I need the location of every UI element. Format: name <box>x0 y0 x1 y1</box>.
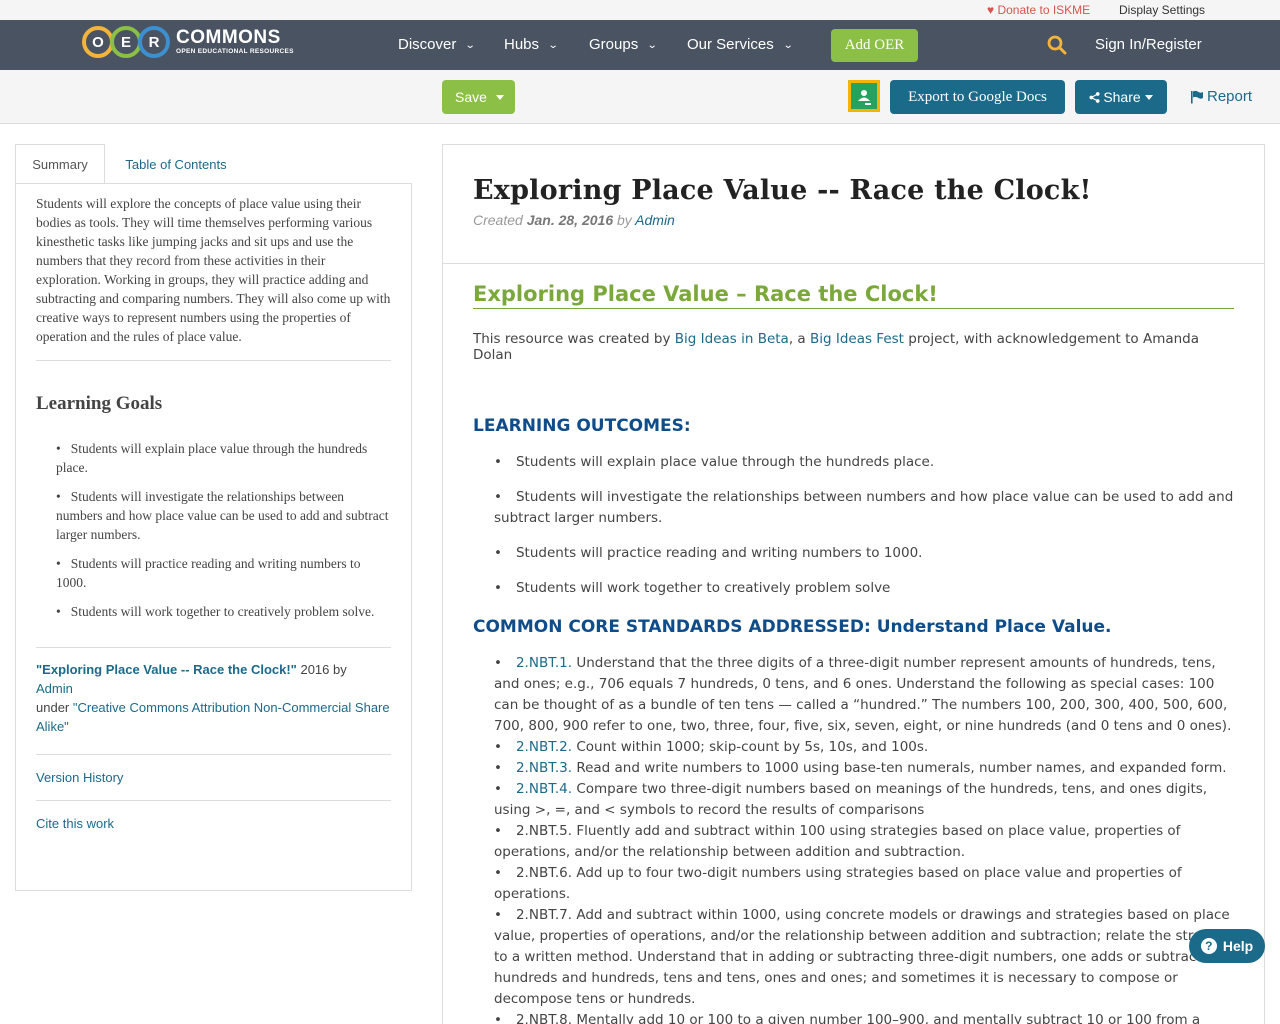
list-item: Students will investigate the relationsh… <box>56 487 391 544</box>
report-link[interactable]: Report <box>1190 88 1252 105</box>
standard-link[interactable]: 2.NBT.4. <box>516 781 572 797</box>
created-info: Created Jan. 28, 2016 by Admin <box>473 212 675 228</box>
chevron-down-icon: ⌄ <box>782 40 794 51</box>
version-history-link[interactable]: Version History <box>36 755 391 801</box>
big-ideas-fest-link[interactable]: Big Ideas Fest <box>810 331 904 347</box>
search-icon[interactable] <box>1047 35 1067 55</box>
author-link[interactable]: Admin <box>635 212 675 228</box>
tab-table-of-contents[interactable]: Table of Contents <box>105 144 247 184</box>
learning-goals-title: Learning Goals <box>36 393 163 414</box>
standard-link[interactable]: 2.NBT.1. <box>516 655 572 671</box>
tab-summary[interactable]: Summary <box>15 144 105 184</box>
big-ideas-in-beta-link[interactable]: Big Ideas in Beta <box>675 331 789 347</box>
add-oer-button[interactable]: Add OER <box>831 29 918 62</box>
donate-link[interactable]: ♥ Donate to ISKME <box>987 3 1090 17</box>
chevron-down-icon: ⌄ <box>465 40 477 51</box>
cite-this-work-link[interactable]: Cite this work <box>36 801 391 846</box>
list-item: 2.NBT.8. Mentally add 10 or 100 to a giv… <box>494 1010 1234 1024</box>
standard-link[interactable]: 2.NBT.2. <box>516 739 572 755</box>
resource-content: Exploring Place Value -- Race the Clock!… <box>442 144 1265 1024</box>
logo-wordmark: COMMONS OPEN EDUCATIONAL RESOURCES <box>176 27 294 56</box>
divider <box>36 647 391 648</box>
google-classroom-icon[interactable] <box>848 80 880 112</box>
list-item: Students will practice reading and writi… <box>494 543 1234 564</box>
attribution-work-title: "Exploring Place Value -- Race the Clock… <box>36 662 297 677</box>
list-item: 2.NBT.7. Add and subtract within 1000, u… <box>494 905 1234 1010</box>
list-item: Students will investigate the relationsh… <box>494 487 1234 529</box>
common-core-title: COMMON CORE STANDARDS ADDRESSED: Underst… <box>473 617 1112 637</box>
learning-goals-list: Students will explain place value throug… <box>36 439 391 621</box>
list-item: 2.NBT.1. Understand that the three digit… <box>494 653 1234 737</box>
list-item: Students will work together to creativel… <box>494 578 1234 599</box>
resource-toolbar: Save Export to Google Docs Share Report <box>0 70 1280 124</box>
chevron-down-icon: ⌄ <box>547 40 559 51</box>
nav-groups[interactable]: Groups ⌄ <box>589 36 658 53</box>
main-navbar: O E R COMMONS OPEN EDUCATIONAL RESOURCES… <box>0 20 1280 70</box>
intro-paragraph: This resource was created by Big Ideas i… <box>473 331 1200 363</box>
save-button[interactable]: Save <box>442 80 515 114</box>
logo-letter-r: R <box>138 26 170 58</box>
nav-our-services[interactable]: Our Services ⌄ <box>687 36 794 53</box>
list-item: 2.NBT.6. Add up to four two-digit number… <box>494 863 1234 905</box>
content-heading: Exploring Place Value – Race the Clock! <box>473 282 1234 309</box>
share-button[interactable]: Share <box>1075 80 1167 114</box>
list-item: Students will explain place value throug… <box>494 452 1234 473</box>
oer-commons-logo[interactable]: O E R COMMONS OPEN EDUCATIONAL RESOURCES <box>82 24 294 60</box>
summary-panel: Students will explore the concepts of pl… <box>15 183 412 891</box>
attribution-author-link[interactable]: Admin <box>36 681 73 696</box>
question-icon: ? <box>1200 938 1217 954</box>
export-google-docs-button[interactable]: Export to Google Docs <box>890 80 1065 114</box>
learning-outcomes-list: Students will explain place value throug… <box>473 452 1234 599</box>
sidebar-tabs: Summary Table of Contents <box>15 144 412 184</box>
list-item: Students will work together to creativel… <box>56 602 391 621</box>
list-item: 2.NBT.5. Fluently add and subtract withi… <box>494 821 1234 863</box>
help-button[interactable]: ? Help <box>1189 929 1265 963</box>
heart-icon: ♥ <box>987 3 995 17</box>
list-item: Students will practice reading and writi… <box>56 554 391 592</box>
resource-body: Exploring Place Value – Race the Clock! … <box>443 264 1264 1024</box>
share-icon <box>1089 91 1100 103</box>
nav-hubs[interactable]: Hubs ⌄ <box>504 36 559 53</box>
license-link[interactable]: "Creative Commons Attribution Non-Commer… <box>36 700 390 734</box>
resource-header: Exploring Place Value -- Race the Clock!… <box>443 145 1264 264</box>
page-title: Exploring Place Value -- Race the Clock! <box>473 175 1092 206</box>
standards-list: 2.NBT.1. Understand that the three digit… <box>473 653 1234 1024</box>
list-item: 2.NBT.4. Compare two three-digit numbers… <box>494 779 1234 821</box>
attribution: "Exploring Place Value -- Race the Clock… <box>36 660 391 755</box>
list-item: Students will explain place value throug… <box>56 439 391 477</box>
nav-discover[interactable]: Discover ⌄ <box>398 36 477 53</box>
display-settings-link[interactable]: Display Settings <box>1119 3 1205 17</box>
chevron-down-icon: ⌄ <box>646 40 658 51</box>
utility-bar: ♥ Donate to ISKME Display Settings <box>0 0 1280 20</box>
list-item: 2.NBT.2. Count within 1000; skip-count b… <box>494 737 1234 758</box>
learning-outcomes-title: LEARNING OUTCOMES: <box>473 416 691 436</box>
flag-icon <box>1191 90 1203 103</box>
list-item: 2.NBT.3. Read and write numbers to 1000 … <box>494 758 1234 779</box>
caret-down-icon <box>495 94 504 100</box>
signin-register-link[interactable]: Sign In/Register <box>1095 36 1202 53</box>
caret-down-icon <box>1144 94 1153 100</box>
standard-link[interactable]: 2.NBT.3. <box>516 760 572 776</box>
summary-text: Students will explore the concepts of pl… <box>36 194 391 361</box>
created-date: Jan. 28, 2016 <box>526 212 614 228</box>
